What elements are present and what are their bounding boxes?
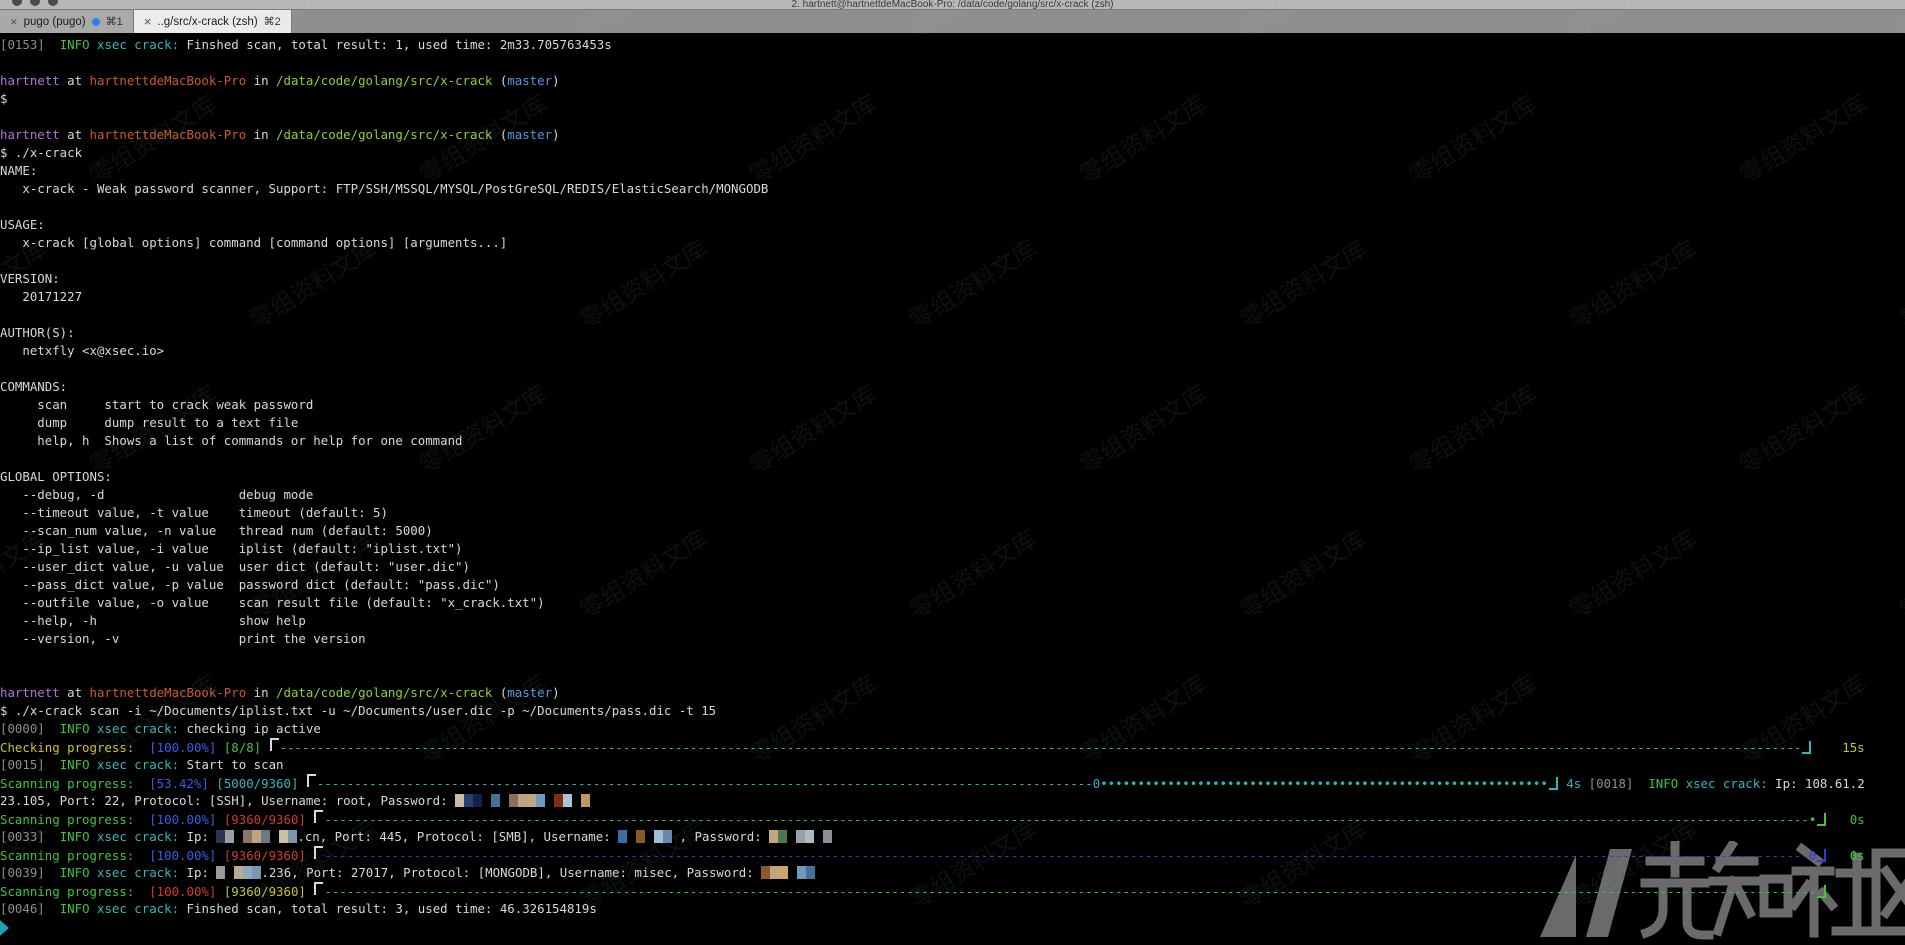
terminal-blank-line bbox=[0, 252, 1905, 270]
tab-shortcut: ⌘1 bbox=[106, 15, 123, 28]
progress-corner-bracket bbox=[1549, 777, 1558, 790]
tab-activity-dot-icon bbox=[92, 18, 100, 26]
progress-corner-bracket bbox=[270, 738, 279, 751]
tab-shortcut: ⌘2 bbox=[264, 15, 281, 28]
log-result-smb: [0033] INFO xsec crack: Ip: .cn, Port: 4… bbox=[0, 828, 1905, 846]
scanning-progress-53: Scanning progress: [53.42%] [5000/9360] … bbox=[0, 774, 1905, 792]
help-name-body: x-crack - Weak password scanner, Support… bbox=[0, 180, 1905, 198]
shell-prompt: hartnett at hartnettdeMacBook-Pro in /da… bbox=[0, 126, 1905, 144]
log-finished-scan-3: [0046] INFO xsec crack: Finshed scan, to… bbox=[0, 900, 1905, 918]
window-titlebar: 2. hartnett@hartnettdeMacBook-Pro: /data… bbox=[0, 0, 1905, 9]
help-option-iplist: --ip_list value, -i value iplist (defaul… bbox=[0, 540, 1905, 558]
help-option-debug: --debug, -d debug mode bbox=[0, 486, 1905, 504]
help-option-passdict: --pass_dict value, -p value password dic… bbox=[0, 576, 1905, 594]
censored-mosaic bbox=[769, 830, 832, 843]
terminal-output: [0153] INFO xsec crack: Finshed scan, to… bbox=[0, 33, 1905, 937]
help-options-header: GLOBAL OPTIONS: bbox=[0, 468, 1905, 486]
progress-corner-bracket bbox=[314, 882, 323, 895]
tab-bar: × pugo (pugo) ⌘1 × ..g/src/x-crack (zsh) ⌘2 bbox=[0, 9, 1905, 33]
log-finished-scan-1: [0153] INFO xsec crack: Finshed scan, to… bbox=[0, 36, 1905, 54]
terminal-blank-line bbox=[0, 450, 1905, 468]
censored-mosaic bbox=[761, 866, 815, 879]
tab-label: ..g/src/x-crack (zsh) bbox=[157, 16, 257, 28]
terminal-blank-line bbox=[0, 54, 1905, 72]
help-option-timeout: --timeout value, -t value timeout (defau… bbox=[0, 504, 1905, 522]
log-result-mongodb: [0039] INFO xsec crack: Ip: .236, Port: … bbox=[0, 864, 1905, 882]
censored-mosaic bbox=[216, 830, 297, 843]
help-author-header: AUTHOR(S): bbox=[0, 324, 1905, 342]
terminal-blank-line bbox=[0, 666, 1905, 684]
censored-mosaic bbox=[455, 794, 590, 807]
log-result-ssh-wrapped: 23.105, Port: 22, Protocol: [SSH], Usern… bbox=[0, 792, 1905, 810]
help-command-scan: scan start to crack weak password bbox=[0, 396, 1905, 414]
shell-prompt: hartnett at hartnettdeMacBook-Pro in /da… bbox=[0, 72, 1905, 90]
progress-corner-bracket bbox=[1802, 741, 1811, 754]
terminal-blank-line bbox=[0, 306, 1905, 324]
tab-close-icon[interactable]: × bbox=[10, 15, 18, 28]
iterm-window: { "window": { "title": "2. hartnett@hart… bbox=[0, 0, 1905, 937]
shell-prompt: hartnett at hartnettdeMacBook-Pro in /da… bbox=[0, 684, 1905, 702]
terminal-blank-line bbox=[0, 108, 1905, 126]
help-option-outfile: --outfile value, -o value scan result fi… bbox=[0, 594, 1905, 612]
censored-mosaic bbox=[618, 830, 672, 843]
help-command-dump: dump dump result to a text file bbox=[0, 414, 1905, 432]
progress-corner-bracket bbox=[1817, 813, 1826, 826]
tab-2[interactable]: × ..g/src/x-crack (zsh) ⌘2 bbox=[134, 10, 292, 33]
help-usage-body: x-crack [global options] command [comman… bbox=[0, 234, 1905, 252]
prompt-cursor-row bbox=[0, 918, 1905, 936]
help-version-body: 20171227 bbox=[0, 288, 1905, 306]
help-name-header: NAME: bbox=[0, 162, 1905, 180]
prompt-dollar: $ bbox=[0, 90, 1905, 108]
help-command-help: help, h Shows a list of commands or help… bbox=[0, 432, 1905, 450]
help-option-userdict: --user_dict value, -u value user dict (d… bbox=[0, 558, 1905, 576]
scanning-progress-100-a: Scanning progress: [100.00%] [9360/9360]… bbox=[0, 810, 1905, 828]
log-start-scan: [0015] INFO xsec crack: Start to scan bbox=[0, 756, 1905, 774]
terminal-blank-line bbox=[0, 198, 1905, 216]
help-usage-header: USAGE: bbox=[0, 216, 1905, 234]
progress-corner-bracket bbox=[1817, 849, 1826, 862]
tab-1[interactable]: × pugo (pugo) ⌘1 bbox=[0, 10, 134, 33]
checking-progress-bar: Checking progress: [100.00%] [8/8] -----… bbox=[0, 738, 1905, 756]
progress-corner-bracket bbox=[307, 774, 316, 787]
progress-corner-bracket bbox=[1817, 885, 1826, 898]
tab-label: pugo (pugo) bbox=[24, 16, 86, 28]
tab-close-icon[interactable]: × bbox=[144, 15, 152, 28]
log-checking-ip: [0000] INFO xsec crack: checking ip acti… bbox=[0, 720, 1905, 738]
scanning-progress-100-c: Scanning progress: [100.00%] [9360/9360]… bbox=[0, 882, 1905, 900]
command-xcrack-scan: $ ./x-crack scan -i ~/Documents/iplist.t… bbox=[0, 702, 1905, 720]
progress-corner-bracket bbox=[314, 810, 323, 823]
help-option-version: --version, -v print the version bbox=[0, 630, 1905, 648]
help-option-help: --help, -h show help bbox=[0, 612, 1905, 630]
command-xcrack: $ ./x-crack bbox=[0, 144, 1905, 162]
terminal-blank-line bbox=[0, 360, 1905, 378]
help-commands-header: COMMANDS: bbox=[0, 378, 1905, 396]
help-version-header: VERSION: bbox=[0, 270, 1905, 288]
prompt-cursor bbox=[0, 920, 9, 936]
scanning-progress-100-b: Scanning progress: [100.00%] [9360/9360]… bbox=[0, 846, 1905, 864]
help-author-body: netxfly <x@xsec.io> bbox=[0, 342, 1905, 360]
terminal-blank-line bbox=[0, 648, 1905, 666]
window-title: 2. hartnett@hartnettdeMacBook-Pro: /data… bbox=[0, 0, 1905, 9]
censored-mosaic bbox=[216, 866, 261, 879]
progress-corner-bracket bbox=[314, 846, 323, 859]
help-option-scannum: --scan_num value, -n value thread num (d… bbox=[0, 522, 1905, 540]
